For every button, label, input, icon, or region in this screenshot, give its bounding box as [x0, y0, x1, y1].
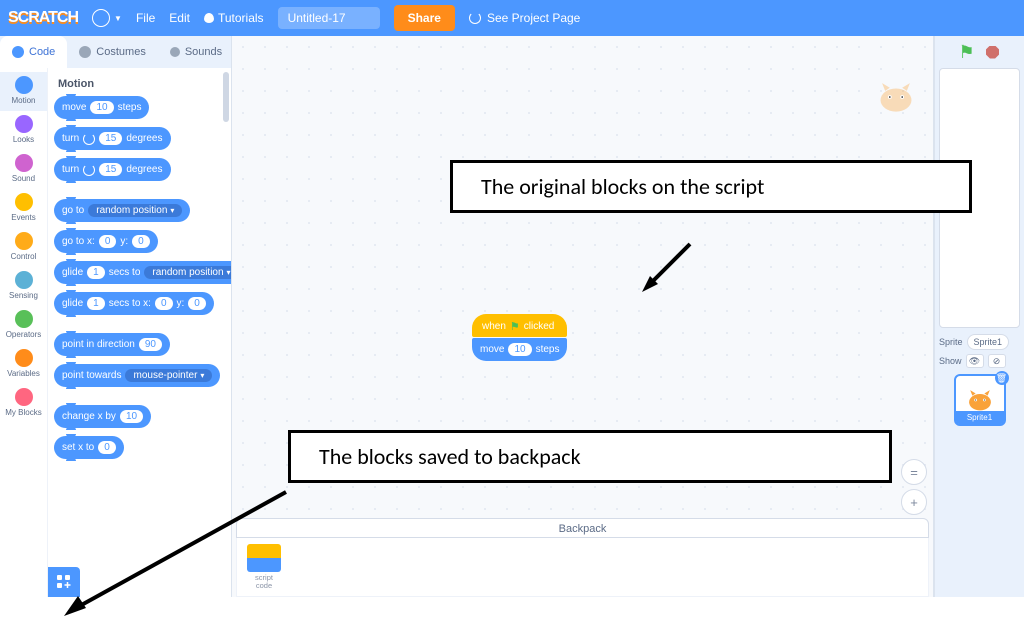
sprite-watermark-icon [877, 80, 915, 114]
sprite-label: Sprite [939, 337, 963, 347]
category-label: Sensing [9, 291, 38, 300]
annotation-original-blocks: The original blocks on the script [450, 160, 972, 213]
category-dot-icon [15, 154, 33, 172]
tab-sounds[interactable]: Sounds [158, 36, 234, 68]
sprite-thumb-name: Sprite1 [956, 411, 1004, 424]
category-control[interactable]: Control [0, 228, 47, 267]
category-events[interactable]: Events [0, 189, 47, 228]
block-move-steps-script[interactable]: move10steps [472, 338, 567, 361]
cat-icon [966, 388, 994, 412]
palette-scrollbar[interactable] [223, 72, 229, 122]
category-dot-icon [15, 115, 33, 133]
category-motion[interactable]: Motion [0, 72, 47, 111]
share-button[interactable]: Share [394, 5, 455, 31]
hide-sprite-button[interactable]: ⊘ [988, 354, 1006, 368]
swap-icon [469, 12, 481, 24]
scratch-logo[interactable]: SCRATCH [8, 9, 78, 27]
edit-menu[interactable]: Edit [169, 11, 190, 25]
block-turn-cw[interactable]: turn15degrees [54, 127, 171, 150]
category-label: Sound [12, 174, 35, 183]
block-turn-ccw[interactable]: turn15degrees [54, 158, 171, 181]
category-dot-icon [15, 76, 33, 94]
editor-tabs: Code Costumes Sounds [0, 36, 231, 68]
category-label: Operators [6, 330, 42, 339]
bulb-icon [204, 13, 214, 23]
category-operators[interactable]: Operators [0, 306, 47, 345]
block-goto[interactable]: go torandom position [54, 199, 190, 222]
annotation-backpack-blocks: The blocks saved to backpack [288, 430, 892, 483]
scripts-canvas[interactable]: when⚑clicked move10steps = + − [232, 36, 933, 597]
sprite-info-panel: Sprite Sprite1 Show 👁 ⊘ 🗑 Sprite1 [939, 334, 1020, 426]
script-stack[interactable]: when⚑clicked move10steps [472, 314, 567, 361]
center-panel: when⚑clicked move10steps = + − Backpack … [232, 36, 934, 597]
block-set-x[interactable]: set x to0 [54, 436, 124, 459]
tab-costumes[interactable]: Costumes [67, 36, 158, 68]
category-label: Looks [13, 135, 34, 144]
category-dot-icon [15, 310, 33, 328]
block-change-x[interactable]: change x by10 [54, 405, 151, 428]
category-dot-icon [15, 349, 33, 367]
category-my-blocks[interactable]: My Blocks [0, 384, 47, 423]
tutorials-link[interactable]: Tutorials [204, 11, 264, 25]
file-menu[interactable]: File [136, 11, 155, 25]
green-flag-icon: ⚑ [510, 320, 520, 333]
category-dot-icon [15, 232, 33, 250]
category-sound[interactable]: Sound [0, 150, 47, 189]
code-icon [12, 46, 24, 58]
stop-button[interactable] [985, 44, 1001, 60]
see-project-page-link[interactable]: See Project Page [469, 11, 580, 25]
block-glide-xy[interactable]: glide1secs to x:0y:0 [54, 292, 214, 315]
cw-arrow-icon [83, 133, 95, 145]
block-point-direction[interactable]: point in direction90 [54, 333, 170, 356]
block-move-steps[interactable]: move10steps [54, 96, 149, 119]
show-label: Show [939, 356, 962, 366]
block-goto-xy[interactable]: go to x:0y:0 [54, 230, 158, 253]
show-sprite-button[interactable]: 👁 [966, 354, 984, 368]
category-label: Events [11, 213, 35, 222]
block-when-flag-clicked[interactable]: when⚑clicked [472, 314, 567, 337]
category-dot-icon [15, 388, 33, 406]
tab-code[interactable]: Code [0, 36, 67, 68]
backpack-header[interactable]: Backpack [236, 518, 929, 538]
category-label: Variables [7, 369, 40, 378]
right-panel: ⚑ Sprite Sprite1 Show 👁 ⊘ 🗑 Sprite1 [934, 36, 1024, 597]
delete-sprite-button[interactable]: 🗑 [995, 371, 1009, 385]
menu-bar: SCRATCH ▼ File Edit Tutorials Untitled-1… [0, 0, 1024, 36]
green-flag-button[interactable]: ⚑ [959, 44, 975, 60]
arrow-to-backpack-icon [56, 484, 296, 624]
globe-icon [92, 9, 110, 27]
category-variables[interactable]: Variables [0, 345, 47, 384]
palette-heading: Motion [58, 78, 225, 90]
category-sensing[interactable]: Sensing [0, 267, 47, 306]
category-label: My Blocks [5, 408, 41, 417]
category-dot-icon [15, 193, 33, 211]
arrow-to-script-icon [638, 236, 698, 296]
category-column: Motion Looks Sound Events Control Sensing Oper… [0, 68, 48, 597]
sprite-name-input[interactable]: Sprite1 [967, 334, 1010, 350]
project-title-input[interactable]: Untitled-17 [278, 7, 380, 29]
category-looks[interactable]: Looks [0, 111, 47, 150]
block-glide-to[interactable]: glide1secs torandom position [54, 261, 231, 284]
sprite-thumbnail[interactable]: 🗑 Sprite1 [954, 374, 1006, 426]
zoom-in-button[interactable]: + [901, 489, 927, 515]
category-dot-icon [15, 271, 33, 289]
costumes-icon [79, 46, 91, 58]
language-menu[interactable]: ▼ [92, 9, 122, 27]
sounds-icon [170, 47, 180, 57]
backpack-body[interactable]: scriptcode [236, 538, 929, 598]
stop-icon [986, 46, 999, 59]
category-label: Motion [11, 96, 35, 105]
category-label: Control [11, 252, 37, 261]
block-point-towards[interactable]: point towardsmouse-pointer [54, 364, 220, 387]
zoom-reset-button[interactable]: = [901, 459, 927, 485]
ccw-arrow-icon [83, 164, 95, 176]
